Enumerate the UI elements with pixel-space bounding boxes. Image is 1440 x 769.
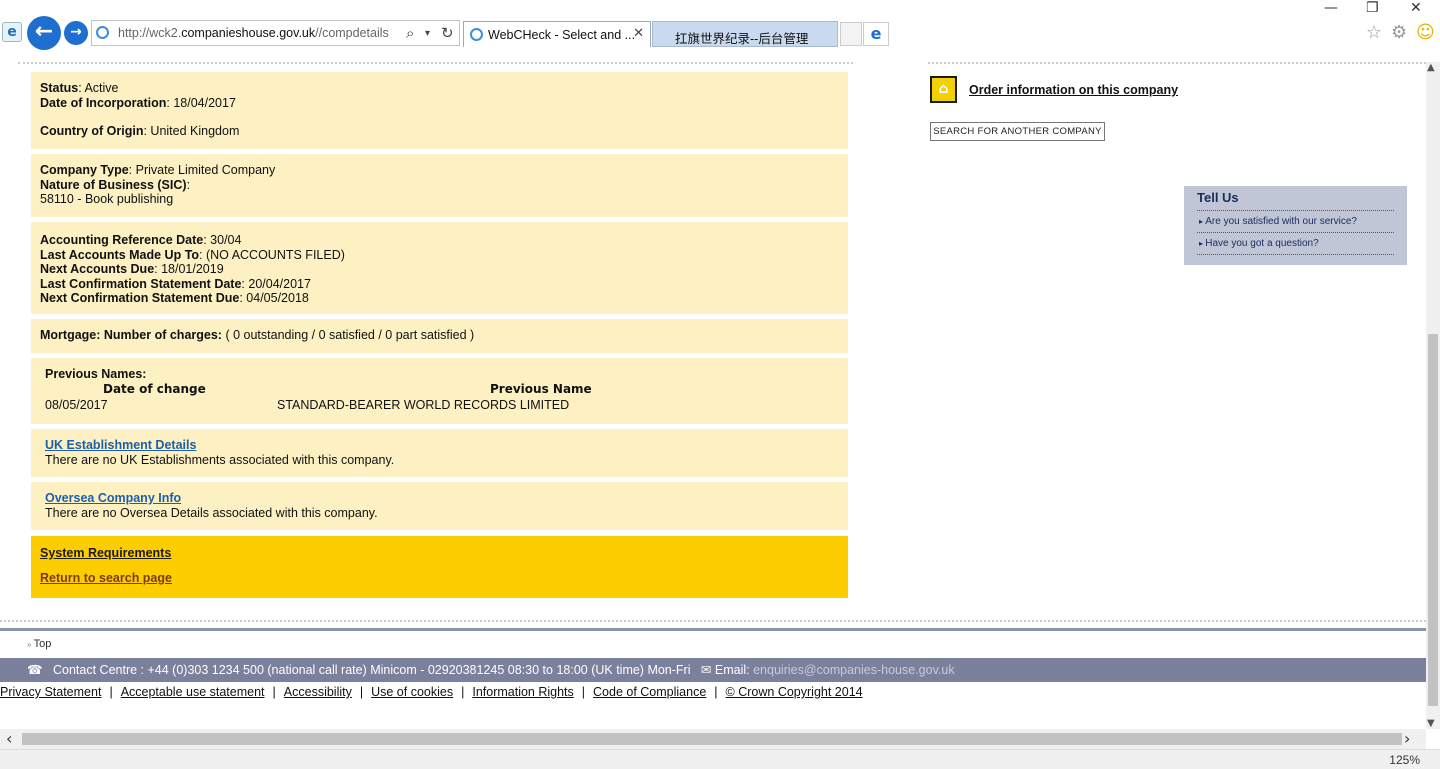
restore-icon[interactable]: ❐ bbox=[1366, 0, 1379, 16]
system-links-box: System Requirements Return to search pag… bbox=[31, 536, 848, 598]
scroll-left-icon[interactable]: ‹ bbox=[6, 729, 12, 748]
scroll-down-icon[interactable]: ▼ bbox=[1427, 718, 1435, 729]
page-content: Status: Active Date of Incorporation: 18… bbox=[0, 62, 1426, 729]
address-url[interactable]: http://wck2.companieshouse.gov.uk//compd… bbox=[118, 26, 389, 40]
footer-divider bbox=[0, 620, 1426, 622]
previous-names-header: Date of change Previous Name bbox=[103, 381, 592, 396]
vertical-scrollbar[interactable]: ▲ ▼ bbox=[1426, 62, 1440, 729]
tab-admin[interactable]: 扛旗世界纪录--后台管理 bbox=[652, 21, 838, 47]
oversea-box: Oversea Company Info There are no Overse… bbox=[31, 482, 848, 530]
mortgage-box: Mortgage: Number of charges: ( 0 outstan… bbox=[31, 319, 848, 353]
search-icon[interactable]: ⌕ bbox=[406, 24, 414, 42]
return-to-search-link[interactable]: Return to search page bbox=[40, 571, 839, 585]
horizontal-scroll-thumb[interactable] bbox=[22, 733, 1402, 745]
scroll-up-icon[interactable]: ▲ bbox=[1427, 62, 1435, 73]
footer-rule bbox=[0, 628, 1426, 631]
horizontal-scrollbar[interactable]: ‹ › bbox=[0, 729, 1426, 749]
mail-icon: ✉ bbox=[700, 663, 712, 677]
satisfied-link[interactable]: Are you satisfied with our service? bbox=[1197, 211, 1394, 233]
tab-webcheck[interactable]: WebCHeck - Select and ... ✕ bbox=[463, 21, 651, 47]
information-rights-link[interactable]: Information Rights bbox=[472, 685, 573, 699]
table-row: 08/05/2017 STANDARD-BEARER WORLD RECORDS… bbox=[45, 397, 570, 412]
edge-icon[interactable]: e bbox=[863, 22, 889, 46]
previous-names-box: Previous Names: Date of change Previous … bbox=[31, 358, 848, 424]
page-favicon-icon bbox=[96, 26, 109, 39]
uk-establishment-link[interactable]: UK Establishment Details bbox=[45, 438, 196, 452]
dropdown-icon[interactable]: ▾ bbox=[425, 28, 430, 39]
top-link[interactable]: » Top bbox=[27, 638, 51, 650]
smiley-feedback-icon[interactable]: ☺ bbox=[1416, 22, 1435, 43]
tab-label: 扛旗世界纪录--后台管理 bbox=[675, 32, 809, 46]
browser-chrome: e ← → http://wck2.companieshouse.gov.uk/… bbox=[0, 0, 1440, 62]
address-bar[interactable]: http://wck2.companieshouse.gov.uk//compd… bbox=[91, 20, 460, 46]
oversea-company-link[interactable]: Oversea Company Info bbox=[45, 491, 181, 505]
refresh-icon[interactable]: ↻ bbox=[441, 24, 454, 42]
minimize-icon[interactable]: — bbox=[1324, 0, 1338, 16]
question-link[interactable]: Have you got a question? bbox=[1197, 233, 1394, 255]
cookies-link[interactable]: Use of cookies bbox=[371, 685, 453, 699]
basket-icon[interactable]: ⌂ bbox=[930, 76, 957, 103]
previous-names-title: Previous Names: bbox=[45, 367, 147, 381]
order-information-link[interactable]: Order information on this company bbox=[969, 83, 1178, 97]
scroll-right-icon[interactable]: › bbox=[1404, 729, 1410, 748]
vertical-scroll-thumb[interactable] bbox=[1428, 334, 1438, 706]
contact-text: Contact Centre : +44 (0)303 1234 500 (na… bbox=[53, 663, 691, 677]
phone-icon: ☎ bbox=[27, 663, 43, 677]
search-another-company-button[interactable]: SEARCH FOR ANOTHER COMPANY bbox=[930, 122, 1105, 141]
footer-links: Privacy Statement | Acceptable use stateme… bbox=[0, 685, 863, 699]
new-tab-button[interactable] bbox=[840, 22, 862, 46]
close-window-icon[interactable]: ✕ bbox=[1410, 0, 1422, 16]
tab-favicon-icon bbox=[470, 28, 483, 41]
status-bar: 125% bbox=[0, 749, 1440, 769]
system-requirements-link[interactable]: System Requirements bbox=[40, 546, 839, 560]
gear-icon[interactable]: ⚙ bbox=[1391, 22, 1407, 43]
privacy-link[interactable]: Privacy Statement bbox=[0, 685, 101, 699]
tab-label: WebCHeck - Select and ... bbox=[488, 28, 636, 42]
close-tab-icon[interactable]: ✕ bbox=[633, 26, 644, 41]
tell-us-panel: Tell Us Are you satisfied with our servi… bbox=[1184, 186, 1407, 265]
contact-bar: ☎ Contact Centre : +44 (0)303 1234 500 (… bbox=[0, 658, 1426, 682]
tell-us-title: Tell Us bbox=[1197, 190, 1394, 211]
top-divider-right bbox=[928, 62, 1426, 64]
company-type-box: Company Type: Private Limited Company Na… bbox=[31, 154, 848, 217]
accounts-box: Accounting Reference Date: 30/04 Last Ac… bbox=[31, 222, 848, 314]
accessibility-link[interactable]: Accessibility bbox=[284, 685, 352, 699]
crown-copyright-link[interactable]: © Crown Copyright 2014 bbox=[726, 685, 863, 699]
uk-establishment-box: UK Establishment Details There are no UK… bbox=[31, 429, 848, 477]
ie-logo-icon: e bbox=[2, 22, 22, 42]
status-box: Status: Active Date of Incorporation: 18… bbox=[31, 72, 848, 149]
back-button[interactable]: ← bbox=[27, 16, 61, 50]
forward-button[interactable]: → bbox=[64, 21, 88, 45]
zoom-level[interactable]: 125% bbox=[1389, 753, 1420, 767]
email-link[interactable]: enquiries@companies-house.gov.uk bbox=[753, 663, 954, 677]
top-divider bbox=[18, 62, 853, 64]
favorites-star-icon[interactable]: ☆ bbox=[1366, 22, 1382, 43]
acceptable-use-link[interactable]: Acceptable use statement bbox=[121, 685, 265, 699]
code-of-compliance-link[interactable]: Code of Compliance bbox=[593, 685, 706, 699]
